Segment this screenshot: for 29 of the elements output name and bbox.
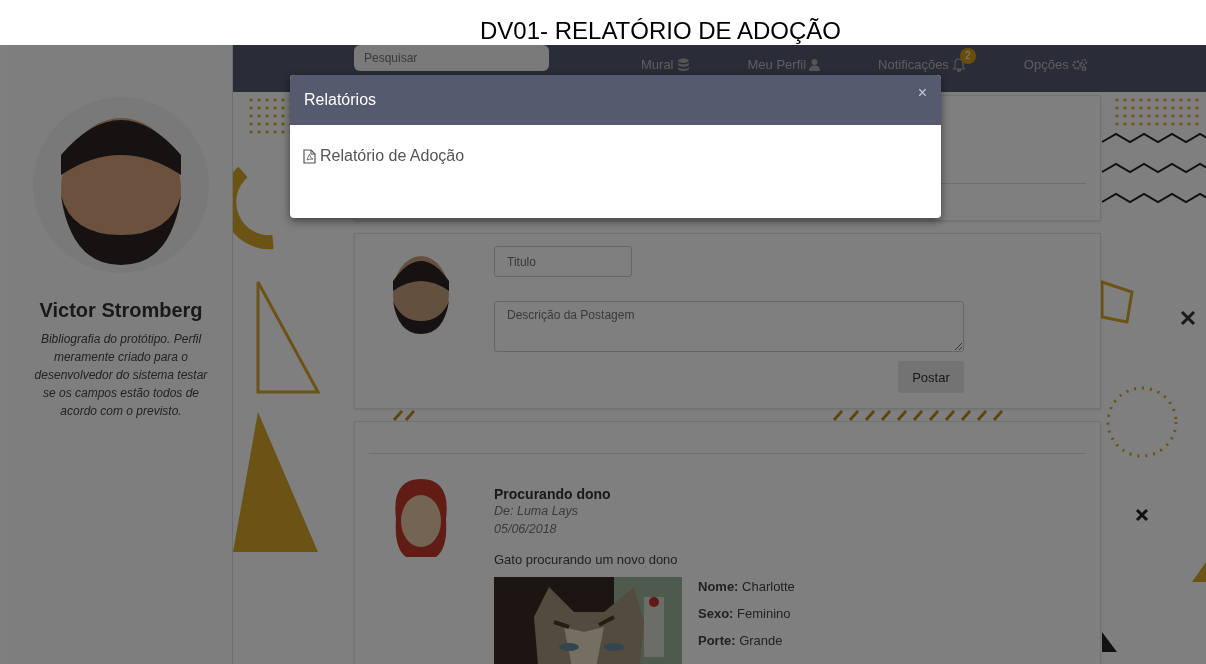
report-link[interactable]: Relatório de Adoção bbox=[303, 147, 465, 165]
post-date: 05/06/2018 bbox=[494, 521, 558, 538]
close-button[interactable]: × bbox=[917, 84, 927, 102]
post-button[interactable]: Postar bbox=[898, 361, 964, 393]
pet-detail: Sexo: Feminino bbox=[698, 606, 792, 621]
pet-detail: Nome: Charlotte bbox=[698, 579, 795, 594]
title-field[interactable]: Titulo bbox=[494, 246, 632, 277]
dotted-circle-drawing bbox=[1106, 386, 1178, 458]
post-text: Gato procurando um novo dono bbox=[494, 552, 679, 567]
bell-icon bbox=[951, 57, 966, 72]
search-field[interactable]: Pesquisar bbox=[354, 44, 549, 71]
gears-icon bbox=[1071, 58, 1088, 71]
profile-bio: Bibliografia do protótipo. Perfil meramente criado para o desenvolvedor do sistema testar se os campos estão todos de acordo com o previsto. bbox=[33, 331, 209, 420]
pdf-file-icon bbox=[303, 148, 316, 164]
modal-title: Relatórios bbox=[304, 91, 377, 109]
post-title: Procurando dono bbox=[494, 486, 612, 502]
description-field[interactable]: Descrição da Postagem bbox=[494, 301, 964, 352]
profile-name: Victor Stromberg bbox=[39, 299, 203, 322]
cube-outline-drawing bbox=[1100, 279, 1134, 324]
pet-detail: Porte: Grande bbox=[698, 633, 784, 648]
triangle-drawing bbox=[1102, 632, 1117, 652]
post-author: De: Luma Lays bbox=[494, 503, 580, 520]
cross-drawing bbox=[1180, 310, 1196, 326]
database-icon bbox=[676, 58, 690, 71]
page-title: DV01- RELATÓRIO DE ADOÇÃO bbox=[479, 17, 841, 45]
cross-drawing bbox=[1135, 508, 1149, 522]
notification-badge: 2 bbox=[959, 47, 976, 64]
user-icon bbox=[809, 58, 821, 71]
triangle-drawing bbox=[1192, 562, 1206, 582]
